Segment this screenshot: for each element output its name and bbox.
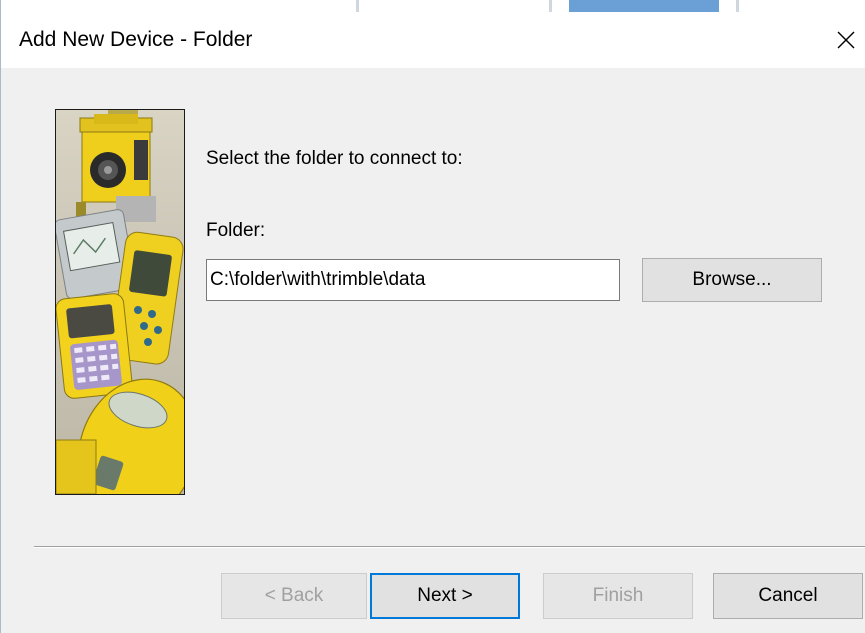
back-button[interactable]: < Back [221, 573, 367, 619]
browse-button[interactable]: Browse... [642, 258, 822, 302]
separator-line [34, 546, 865, 548]
survey-devices-illustration [56, 110, 184, 494]
close-icon [837, 31, 855, 49]
dialog-body: Select the folder to connect to: Folder:… [1, 68, 865, 633]
background-window-strip [1, 0, 865, 12]
dialog-window: Add New Device - Folder Select the folde… [0, 0, 865, 633]
survey-devices-image [55, 109, 185, 495]
instruction-text: Select the folder to connect to: [206, 148, 463, 169]
finish-button[interactable]: Finish [543, 573, 693, 619]
folder-label: Folder: [206, 220, 266, 241]
title-bar[interactable]: Add New Device - Folder [1, 12, 865, 68]
close-button[interactable] [826, 12, 865, 68]
window-title: Add New Device - Folder [19, 28, 253, 51]
folder-path-input[interactable] [206, 259, 620, 301]
cancel-button[interactable]: Cancel [713, 573, 863, 619]
next-button[interactable]: Next > [370, 573, 520, 619]
